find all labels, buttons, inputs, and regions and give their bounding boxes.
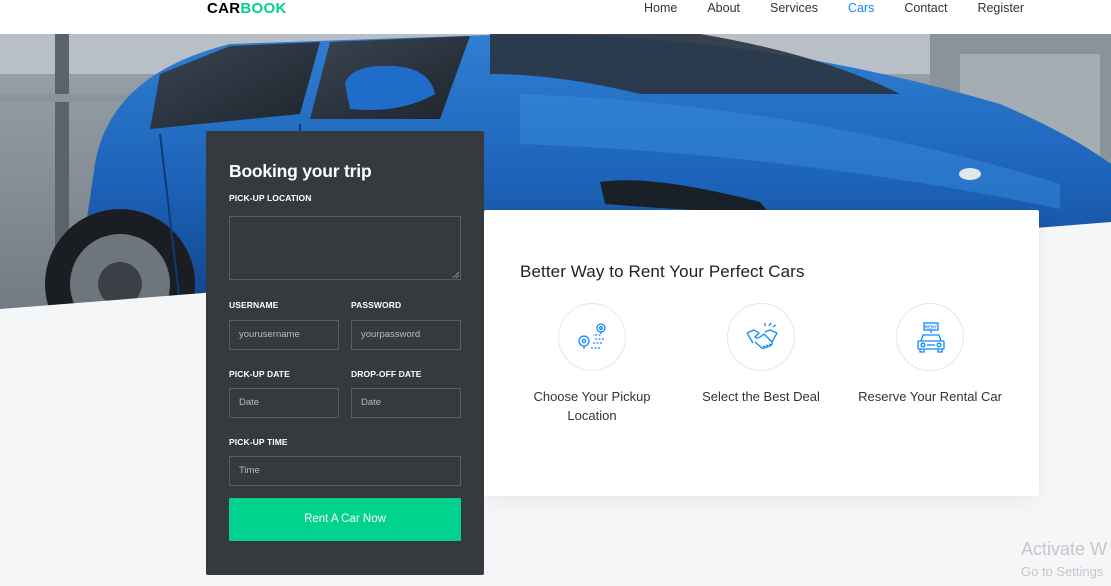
main-nav: Home About Services Cars Contact Registe… <box>614 0 1024 17</box>
activation-watermark-subtitle: Go to Settings <box>1021 564 1104 579</box>
pickup-date-label: PICK-UP DATE <box>229 369 290 379</box>
nav-about[interactable]: About <box>707 0 740 17</box>
nav-cars[interactable]: Cars <box>848 0 874 17</box>
features-card: Better Way to Rent Your Perfect Cars Cho… <box>484 210 1039 496</box>
handshake-icon <box>746 322 778 349</box>
feature-step: RENT Reserve Your Rental Car <box>855 303 1005 406</box>
pickup-time-input[interactable]: Time <box>229 456 461 486</box>
pickup-date-input[interactable]: Date <box>229 388 339 418</box>
feature-icon-circle <box>727 303 795 371</box>
feature-step: Choose Your Pickup Location <box>517 303 667 425</box>
route-pin-icon <box>578 323 606 349</box>
features-heading: Better Way to Rent Your Perfect Cars <box>520 262 805 281</box>
nav-services[interactable]: Services <box>770 0 818 17</box>
brand-name-part1: CAR <box>207 0 241 17</box>
feature-icon-circle <box>558 303 626 371</box>
feature-step-label: Choose Your Pickup Location <box>533 389 651 423</box>
password-label: PASSWORD <box>351 300 402 310</box>
feature-step: Select the Best Deal <box>686 303 836 406</box>
feature-icon-circle: RENT <box>896 303 964 371</box>
brand-logo[interactable]: CARBOOK <box>207 0 287 17</box>
resize-grip-icon[interactable] <box>452 271 460 279</box>
activation-watermark-title: Activate W <box>1021 539 1108 559</box>
booking-title: Booking your trip <box>229 161 372 181</box>
feature-step-label: Reserve Your Rental Car <box>858 389 1002 404</box>
rent-car-button[interactable]: Rent A Car Now <box>229 498 461 541</box>
username-input[interactable]: yourusername <box>229 320 339 350</box>
pickup-location-label: PICK-UP LOCATION <box>229 193 312 203</box>
pickup-location-textarea[interactable] <box>229 216 461 280</box>
booking-form: Booking your trip PICK-UP LOCATION USERN… <box>206 131 484 575</box>
nav-register[interactable]: Register <box>977 0 1024 17</box>
nav-contact[interactable]: Contact <box>904 0 947 17</box>
feature-step-label: Select the Best Deal <box>702 389 820 404</box>
password-input[interactable]: yourpassword <box>351 320 461 350</box>
rent-car-icon: RENT <box>917 322 945 353</box>
top-navbar: CARBOOK Home About Services Cars Contact… <box>0 0 1111 34</box>
dropoff-date-label: DROP-OFF DATE <box>351 369 422 379</box>
dropoff-date-input[interactable]: Date <box>351 388 461 418</box>
pickup-time-label: PICK-UP TIME <box>229 437 288 447</box>
brand-name-part2: BOOK <box>240 0 287 17</box>
svg-text:RENT: RENT <box>925 325 938 330</box>
nav-home[interactable]: Home <box>644 0 677 17</box>
username-label: USERNAME <box>229 300 279 310</box>
